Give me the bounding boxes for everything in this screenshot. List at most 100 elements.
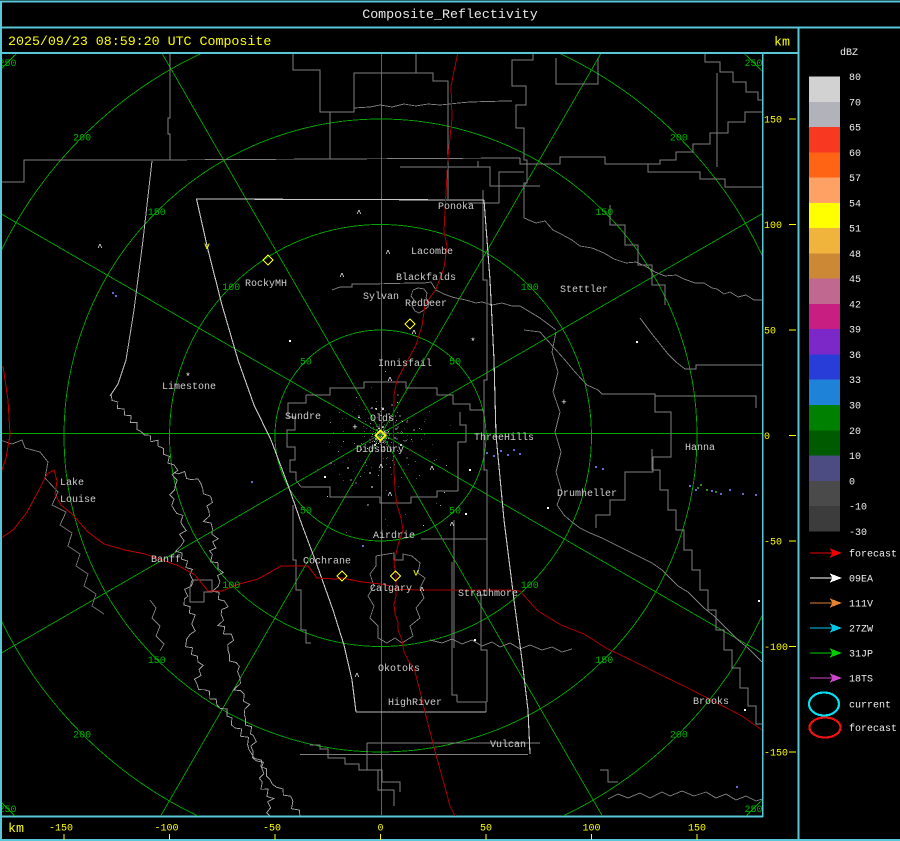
svg-text:v: v xyxy=(204,242,210,253)
svg-text:0: 0 xyxy=(764,432,770,443)
svg-text:57: 57 xyxy=(849,174,861,185)
svg-text:^: ^ xyxy=(378,463,383,473)
svg-text:^: ^ xyxy=(449,521,454,531)
svg-text:km: km xyxy=(774,35,790,50)
svg-text:250: 250 xyxy=(0,59,17,70)
svg-text:250: 250 xyxy=(744,805,762,816)
svg-text:50: 50 xyxy=(300,507,312,518)
svg-text:+: + xyxy=(561,398,566,408)
svg-text:^: ^ xyxy=(429,465,434,475)
svg-text:60: 60 xyxy=(849,149,861,160)
svg-text:31JP: 31JP xyxy=(849,650,873,661)
svg-text:Olds: Olds xyxy=(370,413,394,425)
svg-text:*: * xyxy=(470,337,475,347)
svg-text:39: 39 xyxy=(849,326,861,337)
svg-text:2025/09/23 08:59:20 UTC Compos: 2025/09/23 08:59:20 UTC Composite xyxy=(8,34,271,49)
svg-text:30: 30 xyxy=(849,402,861,413)
svg-text:20: 20 xyxy=(849,427,861,438)
svg-text:Didsbury: Didsbury xyxy=(356,444,404,456)
svg-text:-50: -50 xyxy=(263,824,281,835)
svg-text:200: 200 xyxy=(73,134,91,145)
svg-text:50: 50 xyxy=(449,507,461,518)
svg-text:Strathmore: Strathmore xyxy=(458,588,518,600)
svg-text:100: 100 xyxy=(222,283,240,294)
svg-text:HighRiver: HighRiver xyxy=(388,697,442,709)
svg-text:^: ^ xyxy=(411,329,416,339)
svg-text:150: 150 xyxy=(148,656,166,667)
svg-text:Sundre: Sundre xyxy=(285,411,321,423)
svg-text:250: 250 xyxy=(744,59,762,70)
svg-text:Banff: Banff xyxy=(151,554,181,566)
svg-text:36: 36 xyxy=(849,351,861,362)
svg-text:18TS: 18TS xyxy=(849,675,873,686)
svg-text:Composite_Reflectivity: Composite_Reflectivity xyxy=(362,7,538,22)
svg-text:-150: -150 xyxy=(764,749,788,760)
svg-text:10: 10 xyxy=(849,452,861,463)
svg-text:150: 150 xyxy=(764,116,782,127)
svg-text:100: 100 xyxy=(521,581,539,592)
svg-text:50: 50 xyxy=(300,357,312,368)
svg-text:100: 100 xyxy=(764,221,782,232)
svg-text:Limestone: Limestone xyxy=(162,381,216,393)
svg-text:45: 45 xyxy=(849,275,861,286)
svg-text:Hanna: Hanna xyxy=(685,443,715,454)
svg-text:forecast: forecast xyxy=(849,549,897,561)
svg-text:ThreeHills: ThreeHills xyxy=(474,432,534,444)
svg-text:Airdrie: Airdrie xyxy=(373,530,415,542)
svg-text:Brooks: Brooks xyxy=(693,696,729,708)
svg-text:54: 54 xyxy=(849,199,861,210)
svg-text:65: 65 xyxy=(849,124,861,135)
svg-text:33: 33 xyxy=(849,376,861,387)
svg-text:150: 150 xyxy=(595,656,613,667)
svg-text:200: 200 xyxy=(670,134,688,145)
svg-text:Lake: Lake xyxy=(60,477,84,489)
svg-text:09EA: 09EA xyxy=(849,575,873,586)
svg-text:^: ^ xyxy=(419,586,424,596)
svg-text:48: 48 xyxy=(849,250,861,261)
svg-text:*: * xyxy=(185,372,190,382)
svg-text:^: ^ xyxy=(387,376,392,386)
svg-text:forecast: forecast xyxy=(849,723,897,735)
svg-text:150: 150 xyxy=(595,208,613,219)
svg-text:^: ^ xyxy=(97,243,102,253)
svg-text:Okotoks: Okotoks xyxy=(378,663,420,675)
svg-text:100: 100 xyxy=(222,581,240,592)
svg-text:150: 150 xyxy=(688,824,706,835)
svg-text:Sylvan: Sylvan xyxy=(363,291,399,303)
svg-text:200: 200 xyxy=(73,730,91,741)
svg-text:27ZW: 27ZW xyxy=(849,625,873,636)
svg-text:200: 200 xyxy=(670,730,688,741)
svg-text:-50: -50 xyxy=(764,538,782,549)
svg-text:v: v xyxy=(413,569,419,580)
svg-text:100: 100 xyxy=(521,283,539,294)
svg-text:-150: -150 xyxy=(49,824,73,835)
svg-text:0: 0 xyxy=(849,477,855,488)
svg-text:Lacombe: Lacombe xyxy=(411,246,453,258)
svg-text:Cochrane: Cochrane xyxy=(303,556,351,568)
svg-text:km: km xyxy=(8,821,24,836)
svg-text:Ponoka: Ponoka xyxy=(438,201,474,213)
svg-text:Blackfalds: Blackfalds xyxy=(396,272,456,284)
svg-text:50: 50 xyxy=(764,327,776,338)
svg-text:50: 50 xyxy=(449,357,461,368)
svg-text:Drumheller: Drumheller xyxy=(557,488,617,500)
svg-text:^: ^ xyxy=(387,491,392,501)
svg-text:42: 42 xyxy=(849,300,861,311)
svg-text:Calgary: Calgary xyxy=(370,583,412,595)
svg-text:RockyMH: RockyMH xyxy=(245,278,287,290)
svg-text:100: 100 xyxy=(582,824,600,835)
svg-text:0: 0 xyxy=(377,824,383,835)
svg-text:-30: -30 xyxy=(849,528,867,539)
svg-text:-100: -100 xyxy=(764,643,788,654)
svg-text:250: 250 xyxy=(0,805,17,816)
svg-text:RedDeer: RedDeer xyxy=(405,298,447,310)
svg-text:Vulcan: Vulcan xyxy=(490,739,526,751)
svg-text:Louise: Louise xyxy=(60,494,96,506)
svg-text:-100: -100 xyxy=(154,824,178,835)
svg-text:^: ^ xyxy=(354,672,359,682)
svg-text:-10: -10 xyxy=(849,503,867,514)
svg-text:dBZ: dBZ xyxy=(840,47,858,59)
svg-text:^: ^ xyxy=(385,249,390,259)
svg-text:^: ^ xyxy=(356,209,361,219)
svg-text:Innisfail: Innisfail xyxy=(378,358,432,370)
